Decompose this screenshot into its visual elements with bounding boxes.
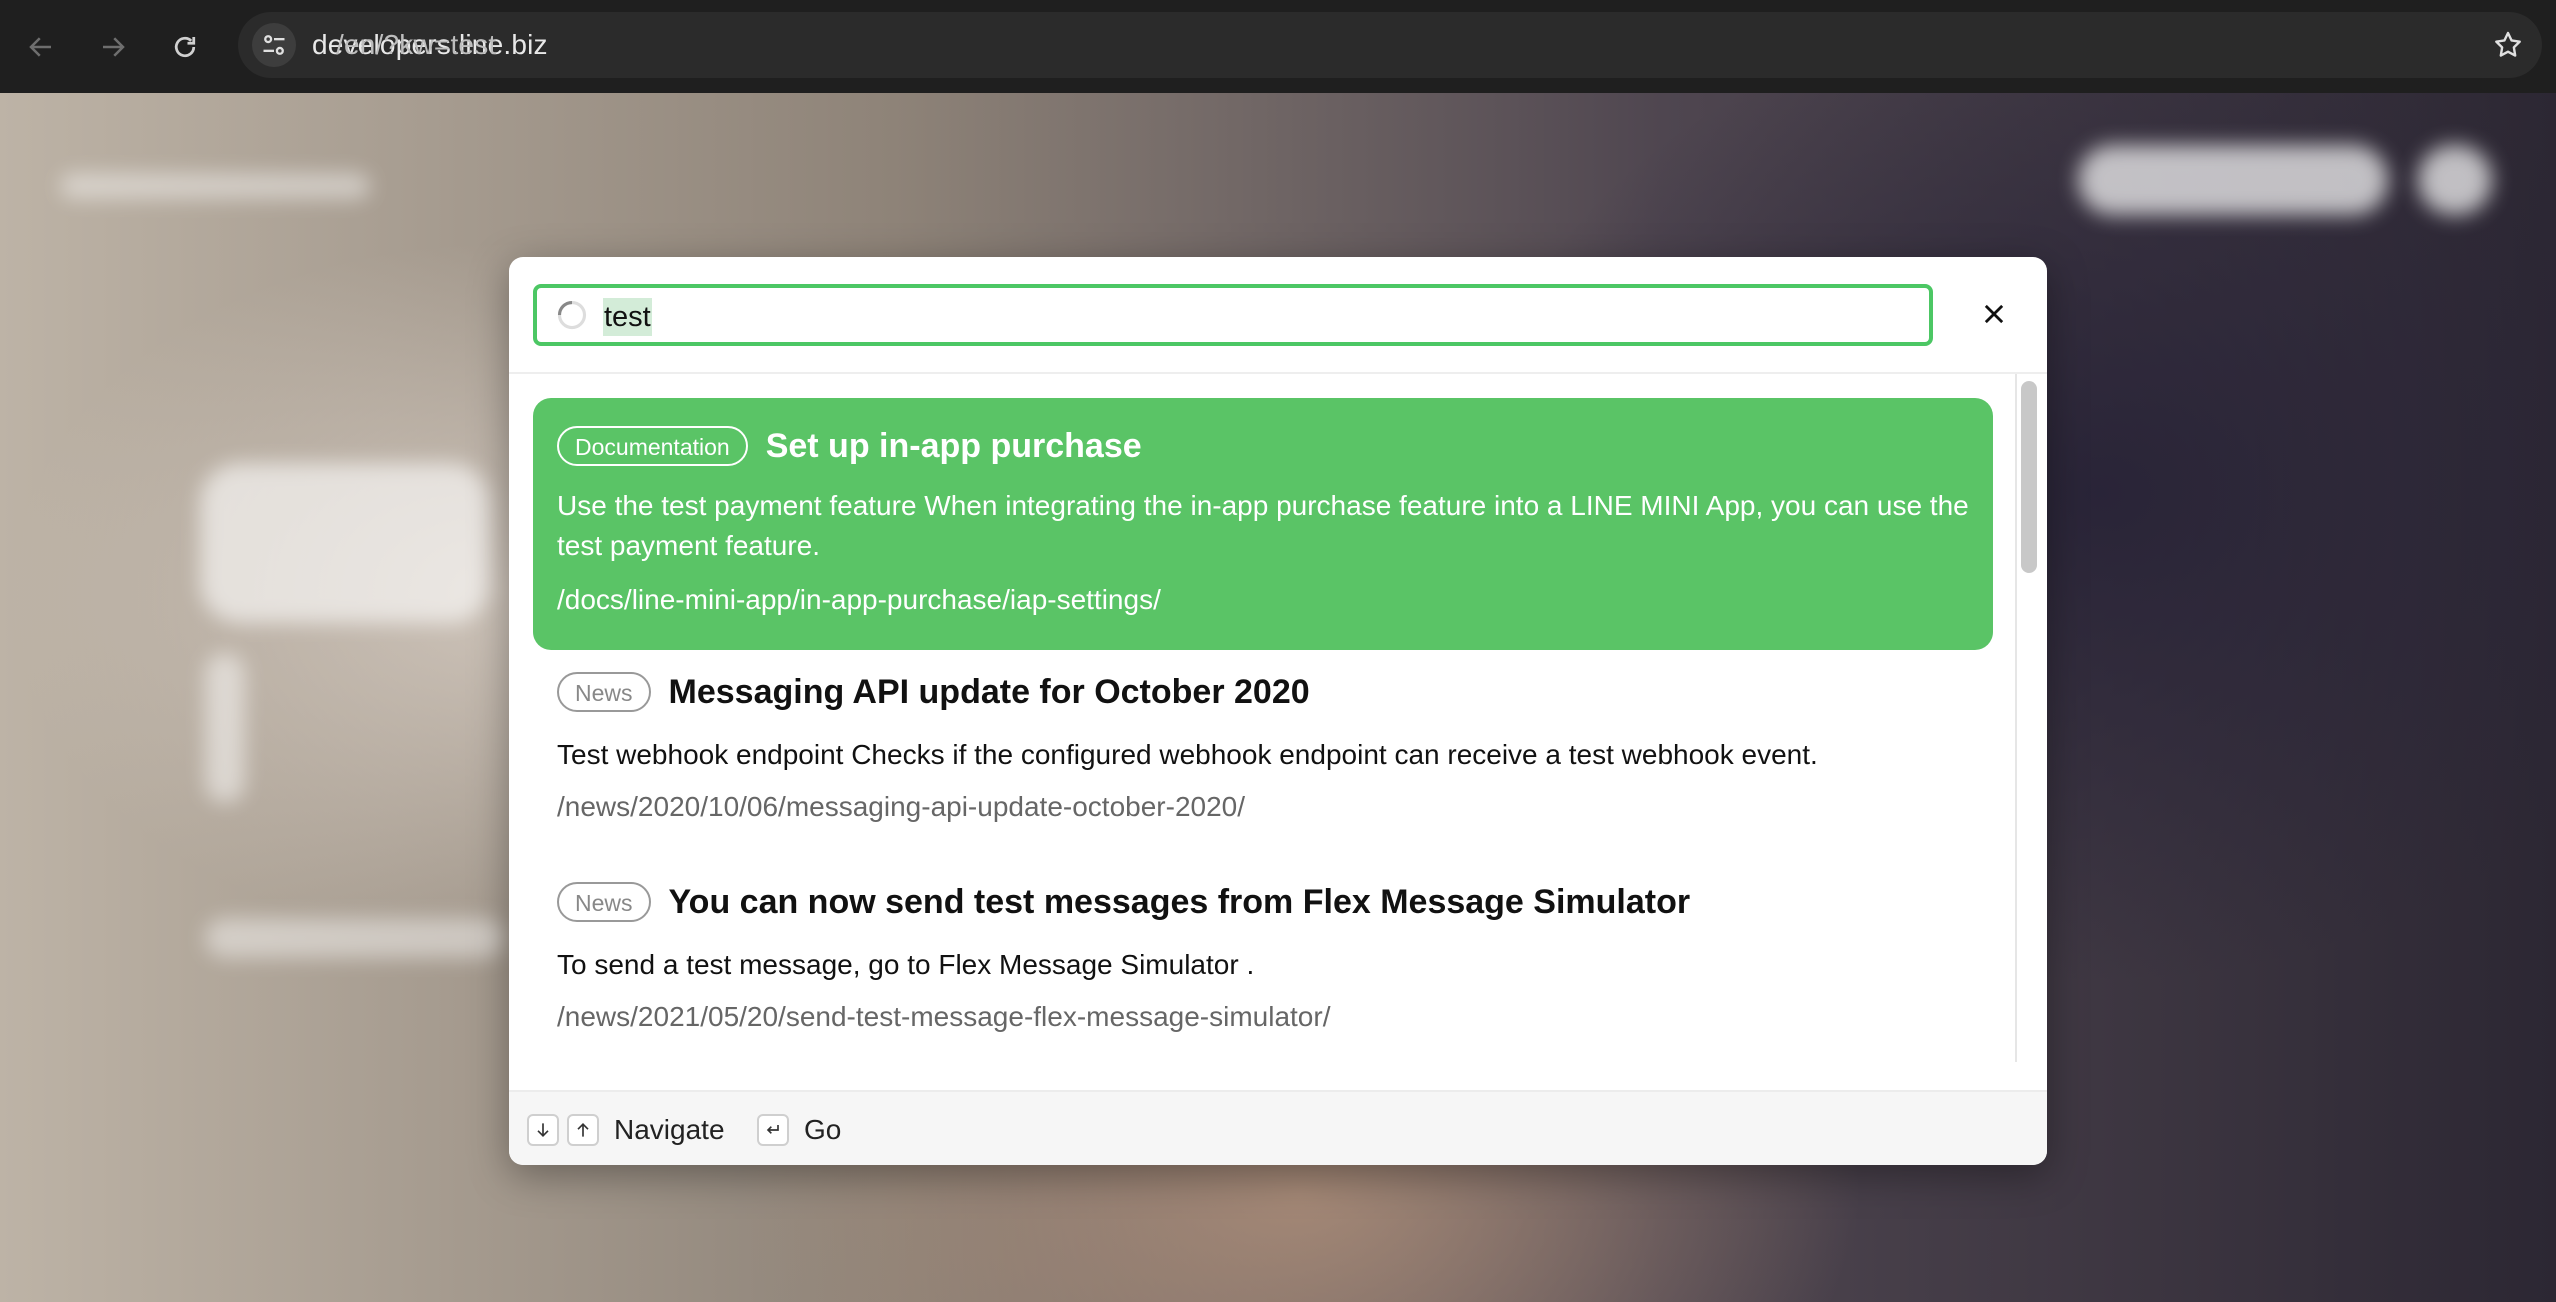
url-text[interactable]: developers.line.biz/en/?kw=test (312, 29, 548, 61)
result-title: You can now send test messages from Flex… (668, 882, 1691, 921)
browser-toolbar: developers.line.biz/en/?kw=test (0, 0, 2556, 93)
star-icon (2495, 31, 2521, 57)
bg-heading-shape-2 (205, 653, 245, 803)
close-icon (1984, 304, 2004, 324)
result-path: /news/2020/10/06/messaging-api-update-oc… (557, 791, 1246, 822)
category-badge: Documentation (557, 426, 748, 466)
results-scrollbar[interactable] (2021, 381, 2037, 573)
category-badge: News (557, 882, 651, 922)
search-query-selected[interactable]: test (603, 298, 652, 336)
site-info-button[interactable] (252, 23, 296, 67)
navigate-hint-label: Navigate (614, 1114, 725, 1145)
go-hint-label: Go (804, 1114, 842, 1145)
bg-subtext-shape (205, 918, 505, 958)
enter-icon (766, 1125, 779, 1134)
result-path: /news/2021/05/20/send-test-message-flex-… (557, 1001, 1331, 1032)
arrow-right-icon (103, 37, 125, 57)
bg-avatar-shape (2418, 145, 2492, 215)
back-button[interactable] (20, 26, 62, 68)
result-description: Use the test payment feature When integr… (557, 490, 1969, 561)
enter-key (757, 1114, 789, 1146)
bg-logo-shape (60, 173, 370, 199)
search-result-item[interactable]: Documentation Set up in-app purchase Use… (533, 398, 1993, 650)
url-path: /en/?kw=test (336, 29, 497, 60)
result-description: Test webhook endpoint Checks if the conf… (557, 739, 1818, 770)
bg-heading-shape (200, 463, 490, 623)
reload-icon (174, 36, 196, 58)
result-description: To send a test message, go to Flex Messa… (557, 949, 1255, 980)
search-box[interactable]: test (533, 284, 1933, 346)
result-title: Set up in-app purchase (765, 426, 1142, 465)
search-results-list: Documentation Set up in-app purchase Use… (509, 374, 2017, 1062)
bg-button-shape (2078, 145, 2388, 215)
keyboard-hints-footer: Navigate Go (509, 1090, 2047, 1165)
close-button[interactable] (1971, 291, 2017, 337)
arrow-left-icon (29, 37, 51, 57)
address-bar[interactable]: developers.line.biz/en/?kw=test (238, 12, 2542, 78)
up-key (567, 1114, 599, 1146)
search-modal: test Documentation Set up in-app purchas… (509, 257, 2047, 1165)
category-badge: News (557, 672, 651, 712)
tune-icon (263, 35, 285, 55)
down-key (527, 1114, 559, 1146)
spinner-icon (557, 300, 587, 330)
forward-button[interactable] (92, 26, 134, 68)
arrow-down-icon (537, 1123, 549, 1138)
bookmark-button[interactable] (2490, 27, 2526, 63)
search-result-item[interactable]: News You can now send test messages from… (533, 860, 1993, 1062)
result-title: Messaging API update for October 2020 (668, 672, 1310, 711)
arrow-up-icon (577, 1122, 589, 1137)
reload-button[interactable] (164, 26, 206, 68)
result-path: /docs/line-mini-app/in-app-purchase/iap-… (557, 584, 1161, 615)
search-result-item[interactable]: News Messaging API update for October 20… (533, 650, 1993, 860)
